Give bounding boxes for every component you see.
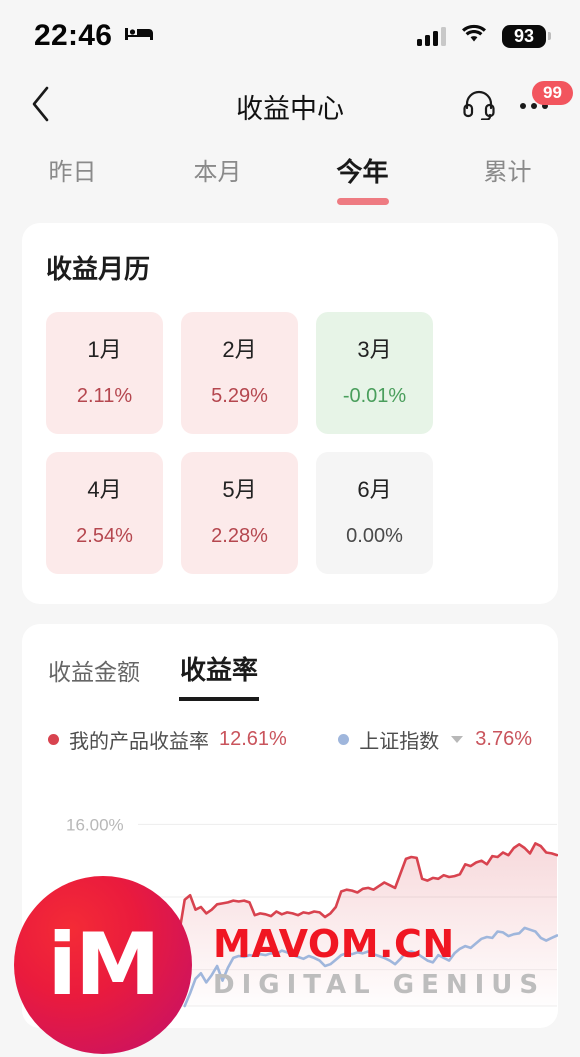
line-chart: 16.00% 8.00%	[64, 815, 558, 1008]
calendar-title: 收益月历	[46, 254, 151, 284]
month-cell[interactable]: 5月 2.28%	[181, 452, 298, 574]
month-label: 6月	[357, 477, 392, 502]
legend-value: 12.61%	[219, 728, 287, 750]
month-label: 2月	[222, 337, 257, 362]
month-label: 3月	[357, 337, 392, 362]
month-cell[interactable]: 1月 2.11%	[46, 312, 163, 434]
status-time: 22:46	[34, 19, 113, 52]
status-bar-right: 93	[417, 24, 546, 49]
month-label: 5月	[222, 477, 257, 502]
tab-this-month[interactable]: 本月	[145, 152, 290, 205]
tab-yesterday[interactable]: 昨日	[0, 152, 145, 205]
tab-earnings-amount[interactable]: 收益金额	[48, 653, 140, 707]
legend-dot-icon	[338, 734, 350, 745]
back-button[interactable]	[30, 86, 70, 127]
month-value: 0.00%	[346, 525, 403, 547]
chevron-down-icon[interactable]	[451, 736, 464, 743]
headset-icon[interactable]	[462, 88, 496, 125]
wifi-icon	[461, 24, 487, 49]
period-tabs: 昨日 本月 今年 累计	[0, 140, 580, 223]
month-value: -0.01%	[342, 385, 407, 407]
cellular-signal-icon	[417, 26, 446, 46]
notification-badge: 99	[532, 81, 573, 105]
chart-plot-area: 16.00%8.00% 2024.06.01	[22, 770, 558, 1028]
legend-value: 3.76%	[475, 728, 532, 750]
earnings-calendar-card: 收益月历 1月 2.11% 2月 5.29% 3月 -0.01% 4月 2.54…	[22, 223, 558, 604]
month-grid: 1月 2.11% 2月 5.29% 3月 -0.01% 4月 2.54% 5月 …	[46, 312, 534, 574]
performance-chart-card: 收益金额 收益率 我的产品收益率 12.61% 上证指数 3.76% 16.00…	[22, 624, 558, 1028]
month-cell[interactable]: 2月 5.29%	[181, 312, 298, 434]
month-cell[interactable]: 3月 -0.01%	[316, 312, 433, 434]
svg-text:8.00%: 8.00%	[66, 888, 114, 907]
month-label: 4月	[87, 477, 122, 502]
svg-text:16.00%: 16.00%	[66, 815, 124, 834]
legend-item-index[interactable]: 上证指数 3.76%	[338, 725, 532, 754]
status-bar: 22:46 93	[0, 0, 580, 72]
legend-label: 我的产品收益率	[69, 731, 209, 753]
nav-actions: 99	[462, 81, 573, 125]
more-dots-icon[interactable]: 99	[518, 81, 573, 119]
month-value: 2.28%	[211, 525, 268, 547]
legend-item-my-product: 我的产品收益率 12.61%	[48, 725, 287, 754]
legend-dot-icon	[48, 734, 59, 745]
month-label: 1月	[87, 337, 122, 362]
month-value: 2.54%	[76, 525, 133, 547]
battery-indicator: 93	[502, 24, 546, 48]
month-cell[interactable]: 4月 2.54%	[46, 452, 163, 574]
bed-icon	[124, 24, 154, 49]
status-bar-left: 22:46	[34, 19, 154, 53]
tab-this-year[interactable]: 今年	[290, 152, 435, 205]
legend-label: 上证指数	[359, 731, 440, 753]
month-value: 5.29%	[211, 385, 268, 407]
phone-screen: 22:46 93 收益中心 99 昨日 本月 今年 累计 收益月历 1月 2.1…	[0, 0, 580, 1057]
month-cell[interactable]: 6月 0.00%	[316, 452, 433, 574]
tab-earnings-rate[interactable]: 收益率	[180, 650, 258, 707]
chart-tabs: 收益金额 收益率	[22, 650, 558, 707]
nav-bar: 收益中心 99	[0, 72, 580, 140]
tab-cumulative[interactable]: 累计	[435, 152, 580, 205]
chart-legend: 我的产品收益率 12.61% 上证指数 3.76%	[22, 707, 558, 754]
month-value: 2.11%	[76, 385, 133, 407]
chevron-left-icon	[30, 86, 52, 127]
